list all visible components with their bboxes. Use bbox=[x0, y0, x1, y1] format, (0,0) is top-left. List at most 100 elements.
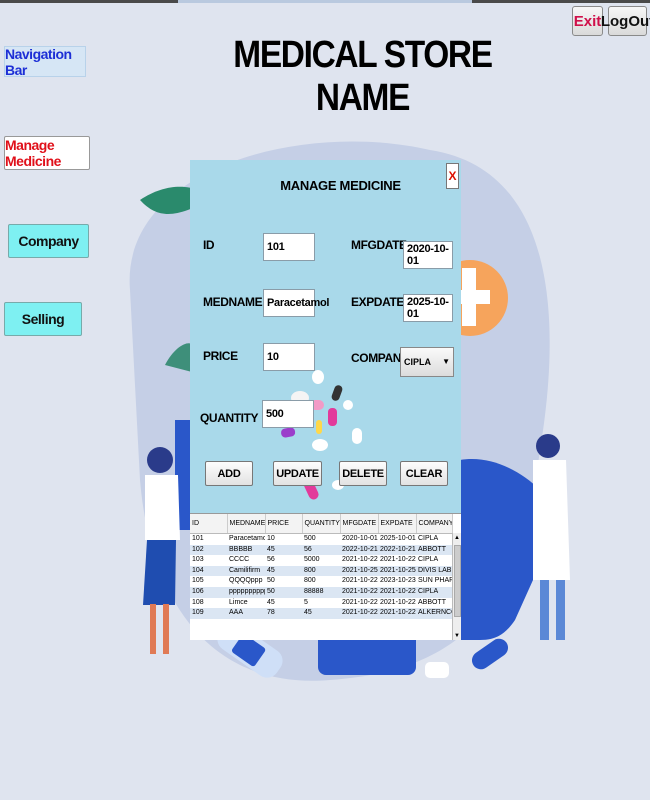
expdate-field[interactable]: 2025-10-01 bbox=[403, 294, 453, 322]
chevron-down-icon: ▼ bbox=[442, 357, 450, 366]
capsule bbox=[471, 638, 509, 670]
scroll-up-icon[interactable]: ▲ bbox=[454, 535, 460, 541]
cell-mfgdate: 2020-10-01 bbox=[342, 535, 378, 542]
cell-mfgdate: 2021-10-25 bbox=[340, 565, 378, 577]
cell-price: 50 bbox=[265, 586, 302, 598]
scrollbar-thumb[interactable] bbox=[454, 545, 461, 617]
column-header-id[interactable]: ID bbox=[190, 514, 228, 534]
page-title: MEDICAL STORE NAME bbox=[233, 34, 493, 119]
cell-price: 45 bbox=[267, 598, 275, 606]
id-label: ID bbox=[203, 238, 215, 252]
cell-expdate: 2022-10-21 bbox=[378, 544, 416, 556]
table-row[interactable]: 104 Camilifirm 45 800 2021-10-25 2021-10-25 DI… bbox=[190, 565, 452, 577]
cell-mfgdate: 2021-10-22 bbox=[342, 556, 378, 564]
cell-expdate: 2025-10-01 bbox=[380, 535, 416, 542]
sidebar-item-manage-medicine[interactable]: Manage Medicine bbox=[4, 136, 90, 170]
doctor-figure-right bbox=[533, 434, 570, 640]
cell-price: 56 bbox=[267, 556, 275, 564]
cell-expdate: 2021-10-22 bbox=[378, 608, 416, 619]
pills-illustration bbox=[275, 370, 362, 500]
quantity-field[interactable]: 500 bbox=[262, 400, 314, 428]
mfgdate-label: MFGDATE bbox=[351, 238, 407, 252]
column-header-medname[interactable]: MEDNAME bbox=[227, 514, 266, 534]
cell-mfgdate: 2021-10-22 bbox=[340, 586, 378, 598]
doctor-figure-left bbox=[143, 447, 180, 654]
cell-id: 102 bbox=[190, 544, 227, 556]
company-select[interactable]: CIPLA ▼ bbox=[400, 347, 454, 377]
cell-expdate: 2021-10-22 bbox=[378, 586, 416, 598]
cell-medname: Limce bbox=[229, 598, 248, 606]
cell-mfgdate: 2022-10-21 bbox=[340, 544, 378, 556]
table-row[interactable]: 102 BBBBB 45 56 2022-10-21 2022-10-21 ABBOTT bbox=[190, 544, 452, 556]
cell-id: 109 bbox=[190, 608, 227, 619]
cell-company: ALKERNCO bbox=[416, 608, 452, 619]
cell-price: 50 bbox=[267, 577, 275, 585]
cell-quantity: 88888 bbox=[302, 586, 340, 598]
cell-quantity: 45 bbox=[302, 608, 340, 619]
column-header-mfgdate[interactable]: MFGDATE bbox=[340, 514, 379, 534]
table-row[interactable]: 106 pppppppppp 50 88888 2021-10-22 2021-10-22… bbox=[190, 586, 452, 598]
scroll-down-icon[interactable]: ▼ bbox=[454, 633, 460, 639]
cell-id: 101 bbox=[192, 535, 204, 542]
cell-company: CIPLA bbox=[416, 586, 452, 598]
cell-expdate: 2021-10-22 bbox=[380, 598, 416, 606]
clear-button[interactable]: CLEAR bbox=[400, 461, 448, 486]
cell-price: 10 bbox=[267, 535, 275, 542]
table-row[interactable]: 101 Paracetamol 10 500 2020-10-01 2025-10-01 C… bbox=[190, 534, 452, 545]
table-scrollbar[interactable]: ▲ ▼ bbox=[452, 533, 461, 640]
cell-company: CIPLA bbox=[418, 556, 439, 564]
navigation-bar-label: Navigation Bar bbox=[4, 46, 86, 78]
cell-company: CIPLA bbox=[418, 535, 439, 542]
dialog-title: MANAGE MEDICINE bbox=[280, 178, 401, 193]
quantity-label: QUANTITY bbox=[200, 411, 259, 425]
cell-quantity: 5000 bbox=[304, 556, 320, 564]
column-header-expdate[interactable]: EXPDATE bbox=[378, 514, 417, 534]
cell-price: 45 bbox=[265, 565, 302, 577]
cell-price: 78 bbox=[265, 608, 302, 619]
cell-quantity: 800 bbox=[302, 565, 340, 577]
delete-button[interactable]: DELETE bbox=[339, 461, 387, 486]
cell-mfgdate: 2021-10-22 bbox=[340, 608, 378, 619]
sidebar-item-company[interactable]: Company bbox=[8, 224, 89, 258]
expdate-label: EXPDATE bbox=[351, 295, 404, 309]
id-field[interactable]: 101 bbox=[263, 233, 315, 261]
medname-field[interactable]: Paracetamol bbox=[263, 289, 329, 317]
column-header-price[interactable]: PRICE bbox=[265, 514, 303, 534]
cell-expdate: 2023-10-23 bbox=[380, 577, 416, 585]
sidebar-item-selling[interactable]: Selling bbox=[4, 302, 82, 336]
table-row[interactable]: 103 CCCC 56 5000 2021-10-22 2021-10-22 CIPLA bbox=[190, 555, 452, 566]
cell-company: ABBOTT bbox=[418, 598, 447, 606]
medicine-table: ID MEDNAME PRICE QUANTITY MFGDATE EXPDAT… bbox=[190, 513, 461, 640]
column-header-quantity[interactable]: QUANTITY bbox=[302, 514, 341, 534]
price-label: PRICE bbox=[203, 349, 238, 363]
table-row[interactable]: 109AAA78452021-10-222021-10-22ALKERNCO bbox=[190, 608, 452, 619]
price-field[interactable]: 10 bbox=[263, 343, 315, 371]
cell-medname: BBBBB bbox=[227, 544, 265, 556]
cell-medname: CCCC bbox=[229, 556, 250, 564]
cell-quantity: 56 bbox=[302, 544, 340, 556]
medname-label: MEDNAME bbox=[203, 295, 263, 309]
cell-medname: pppppppppp bbox=[227, 586, 265, 598]
exit-button[interactable]: Exit bbox=[572, 6, 603, 36]
mfgdate-field[interactable]: 2020-10-01 bbox=[403, 241, 453, 269]
column-header-company[interactable]: COMPANY bbox=[416, 514, 453, 534]
table-header-row: ID MEDNAME PRICE QUANTITY MFGDATE EXPDAT… bbox=[190, 514, 453, 534]
cell-mfgdate: 2021-10-22 bbox=[342, 598, 378, 606]
cell-price: 45 bbox=[265, 544, 302, 556]
cell-mfgdate: 2021-10-22 bbox=[342, 577, 378, 585]
cell-id: 108 bbox=[192, 598, 204, 606]
cell-company: ABBOTT bbox=[416, 544, 452, 556]
cell-medname: Paracetamol bbox=[229, 535, 265, 542]
update-button[interactable]: UPDATE bbox=[273, 461, 322, 486]
logout-button[interactable]: LogOut bbox=[601, 6, 650, 36]
cell-quantity: 500 bbox=[304, 535, 316, 542]
company-select-value: CIPLA bbox=[404, 357, 431, 367]
close-button[interactable]: X bbox=[446, 163, 459, 189]
table-row[interactable]: 108 Limce 45 5 2021-10-22 2021-10-22 ABBOTT bbox=[190, 598, 452, 609]
table-row[interactable]: 105 QQQQppp 50 800 2021-10-22 2023-10-23 SUN P… bbox=[190, 576, 452, 587]
cell-id: 106 bbox=[190, 586, 227, 598]
add-button[interactable]: ADD bbox=[205, 461, 253, 486]
cell-id: 104 bbox=[190, 565, 227, 577]
cell-company: DIVIS LAB bbox=[416, 565, 452, 577]
cell-quantity: 800 bbox=[304, 577, 316, 585]
